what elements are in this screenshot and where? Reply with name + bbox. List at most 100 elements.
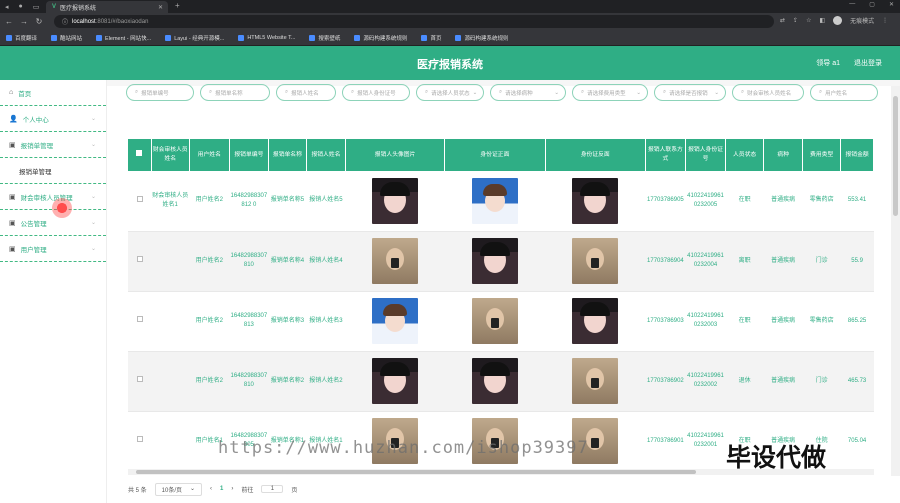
row-checkbox[interactable] — [128, 411, 152, 469]
search-icon: ⌕ — [285, 89, 289, 95]
photo-thumbnail[interactable] — [471, 238, 518, 284]
search-field[interactable]: ⌕ 请选择是否报销 ⌄ — [654, 84, 726, 101]
photo-thumbnail[interactable] — [572, 238, 619, 284]
sidebar-item[interactable]: 👤 个人中心 ⌄ — [0, 106, 106, 132]
cell-fee: 门诊 — [802, 231, 841, 292]
browser-window-icon[interactable]: ▭ — [28, 3, 45, 11]
photo-thumbnail[interactable] — [372, 358, 419, 404]
reload-icon[interactable]: ↻ — [33, 17, 45, 26]
extensions-icon[interactable]: ◧ — [819, 17, 825, 24]
browser-tab[interactable]: V 医疗报销系统 ✕ — [46, 1, 168, 13]
bookmark-item[interactable]: HTML5 Website T... — [238, 34, 295, 41]
bookmark-item[interactable]: 搜索壁纸 — [309, 34, 340, 42]
table-row[interactable]: 用户姓名2 16482988307810 报销单名称4 报销人姓名4 177037869… — [128, 231, 874, 292]
vertical-scrollbar-thumb[interactable] — [893, 96, 898, 216]
cell-user: 用户姓名2 — [189, 291, 230, 352]
app-title: 医疗报销系统 — [417, 59, 483, 71]
row-checkbox[interactable] — [128, 291, 152, 352]
photo-thumbnail[interactable] — [572, 298, 619, 344]
translate-icon[interactable]: ⇄ — [780, 17, 785, 24]
goto-page-input[interactable]: 1 — [261, 485, 284, 493]
maximize-icon[interactable]: ▢ — [869, 1, 875, 8]
bookmark-item[interactable]: 源码构建系统规则 — [354, 34, 407, 42]
row-checkbox[interactable] — [128, 171, 152, 232]
checkbox-box[interactable] — [136, 376, 143, 382]
search-field[interactable]: ⌕ 报销人身份证号 — [342, 84, 410, 101]
checkbox-box[interactable] — [136, 316, 143, 322]
photo-thumbnail[interactable] — [471, 358, 518, 404]
cell-amount: 465.73 — [840, 351, 874, 412]
checkbox-box[interactable] — [136, 436, 143, 442]
photo-thumbnail[interactable] — [372, 298, 419, 344]
photo-thumbnail[interactable] — [572, 358, 619, 404]
photo-thumbnail[interactable] — [572, 177, 619, 224]
search-icon: ⌕ — [499, 89, 503, 95]
close-window-icon[interactable]: ✕ — [889, 1, 894, 8]
search-field[interactable]: ⌕ 请选择人员状态 ⌄ — [416, 84, 484, 101]
checkbox-box[interactable] — [136, 150, 143, 156]
current-page[interactable]: 1 — [220, 486, 223, 492]
sidebar-item[interactable]: ⌂ 首页 — [0, 80, 106, 106]
table-row[interactable]: 财会审核人员姓名1 用户姓名2 16482988307812 0 报销单名称5 报销人姓… — [128, 171, 874, 232]
table-row[interactable]: 用户姓名2 16482988307810 报销单名称2 报销人姓名2 177037869… — [128, 351, 874, 412]
address-bar[interactable]: ⓘ localhost:8081/#/baoxiaodan — [54, 15, 774, 28]
vertical-scrollbar[interactable] — [891, 86, 900, 476]
chevron-down-icon: ⌄ — [90, 142, 96, 148]
sidebar-subitem[interactable]: 报销单管理 — [0, 158, 106, 184]
cell-name: 报销单名称3 — [268, 291, 307, 352]
search-field[interactable]: ⌕ 报销人姓名 — [276, 84, 336, 101]
profile-avatar[interactable] — [833, 16, 843, 25]
cell-user: 用户姓名2 — [189, 231, 230, 292]
cell-disease: 普通疾病 — [763, 231, 803, 292]
search-field[interactable]: ⌕ 财会审核人员姓名 — [732, 84, 804, 101]
search-field[interactable]: ⌕ 请选择费用类型 ⌄ — [572, 84, 648, 101]
search-field[interactable]: ⌕ 报销单名称 — [200, 84, 270, 101]
bookmark-item[interactable]: 百度翻译 — [6, 34, 37, 42]
checkbox-box[interactable] — [136, 195, 143, 202]
star-icon[interactable]: ☆ — [806, 17, 811, 24]
chevron-down-icon: ⌄ — [90, 220, 96, 226]
photo-thumbnail[interactable] — [372, 177, 419, 224]
bookmark-item[interactable]: 首页 — [421, 34, 441, 42]
column-header: 报销人身份证号 — [685, 139, 727, 171]
prev-page-button[interactable]: ‹ — [210, 486, 212, 492]
photo-thumbnail[interactable] — [372, 238, 419, 284]
search-field[interactable]: ⌕ 报销单编号 — [126, 84, 194, 101]
bookmark-item[interactable]: Element - 网站快... — [96, 34, 151, 42]
browser-stop-icon[interactable]: ● — [14, 3, 28, 10]
minimize-icon[interactable]: — — [849, 1, 855, 8]
sidebar-item[interactable]: ▣ 用户管理 ⌄ — [0, 236, 106, 262]
cell-photo — [345, 291, 445, 352]
search-form: ⌕ 报销单编号 ⌕ 报销单名称 ⌕ 报销人姓名 ⌕ 报销人身份证号 ⌕ 请选择人员状态 ⌄ ⌕ 请选择病… — [126, 84, 886, 102]
next-page-button[interactable]: › — [231, 486, 233, 492]
bookmark-item[interactable]: 酷站网站 — [51, 34, 82, 42]
select-all-checkbox[interactable] — [128, 139, 152, 171]
row-checkbox[interactable] — [128, 231, 152, 292]
browser-menu-icon[interactable]: ◂ — [0, 3, 14, 11]
page-size-select[interactable]: 10条/页 ⌄ — [154, 482, 203, 496]
share-icon[interactable]: ⇪ — [793, 17, 798, 24]
logout-link[interactable]: 退出登录 — [854, 58, 882, 68]
new-tab-icon[interactable]: + — [175, 1, 180, 10]
kebab-menu-icon[interactable]: ⋮ — [882, 17, 888, 24]
row-checkbox[interactable] — [128, 351, 152, 412]
table-row[interactable]: 用户姓名2 16482988307813 报销单名称3 报销人姓名3 177037869… — [128, 291, 874, 352]
forward-icon[interactable]: → — [18, 17, 30, 26]
search-field[interactable]: ⌕ 请选择病种 ⌄ — [490, 84, 566, 101]
bookmark-item[interactable]: Layui - 经典开源模... — [165, 34, 224, 42]
cell-person: 报销人姓名3 — [306, 291, 346, 352]
bookmark-icon — [96, 34, 103, 41]
tab-close-icon[interactable]: ✕ — [158, 4, 163, 11]
back-icon[interactable]: ← — [3, 17, 15, 26]
bookmark-item[interactable]: 源码构建系统规则 — [455, 34, 508, 42]
search-field[interactable]: ⌕ 用户姓名 — [810, 84, 878, 101]
photo-thumbnail[interactable] — [471, 298, 518, 344]
scrollbar-thumb[interactable] — [136, 470, 696, 474]
cell-person: 报销人姓名5 — [306, 171, 346, 232]
sidebar-item[interactable]: ▣ 报销单管理 ⌄ — [0, 132, 106, 158]
column-header: 用户姓名 — [189, 139, 230, 171]
cell-photo — [345, 351, 445, 412]
photo-thumbnail[interactable] — [471, 177, 518, 224]
chevron-down-icon: ⌄ — [90, 194, 96, 200]
checkbox-box[interactable] — [136, 256, 143, 262]
